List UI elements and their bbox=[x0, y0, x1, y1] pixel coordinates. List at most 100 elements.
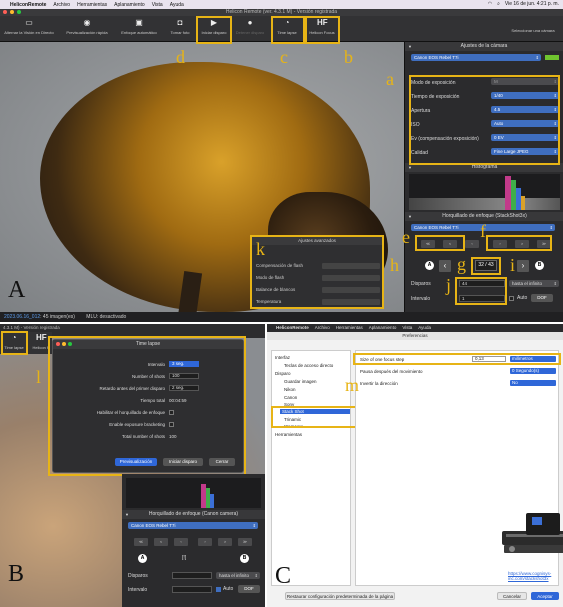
dialog-close-button[interactable] bbox=[56, 342, 60, 346]
panel-b-bracketing-header[interactable]: ▼ Horquillado de enfoque (Canon camera) bbox=[122, 510, 265, 519]
b-interval-input[interactable] bbox=[172, 586, 212, 593]
stop-shooting-button[interactable]: ● Detener disparo bbox=[234, 18, 266, 35]
step-back-mid-button[interactable]: < bbox=[443, 240, 457, 248]
tree-item-disparo[interactable]: Disparo bbox=[275, 371, 291, 376]
quick-preview-button[interactable]: ◉ Previsualización rápida bbox=[64, 18, 110, 35]
menu-ayuda[interactable]: Ayuda bbox=[170, 2, 184, 8]
dialog-minimize-button[interactable] bbox=[62, 342, 66, 346]
tree-item-canon[interactable]: Canon bbox=[284, 395, 297, 400]
marker-a-button[interactable]: A bbox=[425, 261, 434, 270]
iso-select[interactable]: Auto ⇕ bbox=[491, 120, 559, 127]
tree-item-herramientas[interactable]: Herramientas bbox=[275, 432, 302, 437]
histogram-header[interactable]: ▼ Histograma bbox=[405, 163, 563, 172]
stackshot-link[interactable]: https://www.cognisys-inc.com/stackshot3x bbox=[508, 571, 558, 581]
start-shooting-button[interactable]: ▶ Iniciar disparo bbox=[198, 18, 230, 35]
exposure-mode-select[interactable]: M ⇕ bbox=[491, 78, 559, 85]
zoom-window-button[interactable] bbox=[17, 10, 21, 14]
panel-b-time-lapse-button[interactable]: ◔ Time lapse bbox=[2, 333, 26, 350]
time-lapse-button[interactable]: ◔ Time lapse bbox=[272, 18, 302, 35]
start-shooting-dialog-button[interactable]: Iniciar disparo bbox=[163, 458, 203, 466]
aperture-select[interactable]: 4.5 ⇕ bbox=[491, 106, 559, 113]
tl-focus-bracketing-checkbox[interactable] bbox=[169, 410, 174, 415]
tl-interval-input[interactable]: 3 seg. bbox=[169, 361, 199, 367]
reset-defaults-button[interactable]: Restaurar configuración predeterminada d… bbox=[285, 592, 395, 600]
b-step-forward-button[interactable]: › bbox=[198, 538, 212, 546]
c-menu-vista[interactable]: Vista bbox=[402, 324, 412, 332]
cancel-button[interactable]: Cancelar bbox=[497, 592, 527, 600]
marker-b-button[interactable]: B bbox=[535, 261, 544, 270]
menu-aplanamiento[interactable]: Aplanamiento bbox=[114, 2, 145, 8]
search-icon[interactable]: ⌕ bbox=[497, 1, 500, 7]
flash-comp-select[interactable] bbox=[322, 263, 380, 269]
accept-button[interactable]: Aceptar bbox=[531, 592, 559, 600]
menu-herramientas[interactable]: Herramientas bbox=[77, 2, 107, 8]
menu-app-name[interactable]: HeliconRemote bbox=[10, 2, 46, 8]
wifi-icon[interactable]: ◠ bbox=[488, 1, 492, 7]
live-view-button[interactable]: ▭ Alternar la Visión en Directo bbox=[4, 18, 54, 35]
panel-b-helicon-button[interactable]: HF Helicon F bbox=[30, 333, 52, 350]
b-step-back-far-button[interactable]: ≪ bbox=[134, 538, 148, 546]
select-camera-button[interactable]: Seleccionar una cámara bbox=[505, 28, 561, 33]
tree-item-save-image[interactable]: Guardar imagen bbox=[284, 379, 317, 384]
menu-archivo[interactable]: Archivo bbox=[53, 2, 70, 8]
tree-item-trinamic[interactable]: Trinamic bbox=[284, 417, 301, 422]
dof-button[interactable]: DOF bbox=[531, 294, 553, 302]
temperature-select[interactable] bbox=[322, 299, 380, 305]
shots-mode-select[interactable]: hasta el infinito ⇕ bbox=[509, 280, 559, 287]
interval-input[interactable]: 1 bbox=[459, 295, 505, 302]
pause-select[interactable]: 0 Segundo(s) bbox=[510, 368, 556, 374]
shots-input[interactable]: 44 bbox=[459, 280, 505, 287]
helicon-focus-button[interactable]: HF Helicon Focus bbox=[306, 18, 338, 35]
step-forward-button[interactable]: › bbox=[493, 240, 507, 248]
b-auto-checkbox[interactable] bbox=[216, 587, 221, 592]
tree-item-stack-shot[interactable]: Stack Shot bbox=[280, 409, 350, 414]
tl-shots-input[interactable]: 100 bbox=[169, 373, 199, 379]
b-step-forward-mid-button[interactable]: > bbox=[218, 538, 232, 546]
camera-select[interactable]: Canon EOS Rebel T7i ⇕ bbox=[411, 54, 541, 61]
autofocus-button[interactable]: ▣ Enfoque automático bbox=[118, 18, 160, 35]
ev-select[interactable]: 0 EV ⇕ bbox=[491, 134, 559, 141]
tl-delay-input[interactable]: 2 seg. bbox=[169, 385, 199, 391]
tl-exposure-bracketing-checkbox[interactable] bbox=[169, 422, 174, 427]
flash-mode-select[interactable] bbox=[322, 275, 380, 281]
invert-direction-select[interactable]: No bbox=[510, 380, 556, 386]
c-menu-aplanamiento[interactable]: Aplanamiento bbox=[369, 324, 397, 332]
move-right-button[interactable]: › bbox=[517, 260, 529, 272]
quality-select[interactable]: Fine Large JPEG ⇕ bbox=[491, 148, 559, 155]
step-unit-select[interactable]: milímetros bbox=[510, 356, 556, 362]
close-window-button[interactable] bbox=[3, 10, 7, 14]
b-step-forward-far-button[interactable]: ≫ bbox=[238, 538, 252, 546]
menu-vista[interactable]: Vista bbox=[152, 2, 163, 8]
white-balance-select[interactable] bbox=[322, 287, 380, 293]
b-shots-input[interactable] bbox=[172, 572, 212, 579]
camera-settings-header[interactable]: ▼ Ajustes de la cámara bbox=[405, 42, 563, 51]
dialog-zoom-button[interactable] bbox=[68, 342, 72, 346]
step-forward-mid-button[interactable]: > bbox=[515, 240, 529, 248]
b-step-back-mid-button[interactable]: < bbox=[154, 538, 168, 546]
auto-checkbox[interactable] bbox=[509, 296, 514, 301]
c-menu-herramientas[interactable]: Herramientas bbox=[336, 324, 363, 332]
b-marker-a-button[interactable]: A bbox=[138, 554, 147, 563]
b-dof-button[interactable]: DOF bbox=[238, 585, 260, 593]
preview-button[interactable]: Previsualización bbox=[115, 458, 157, 466]
bracketing-header[interactable]: ▼ Horquillado de enfoque (StackShot3x) bbox=[405, 212, 563, 221]
b-shots-mode-select[interactable]: hasta el infinito ⇕ bbox=[216, 572, 260, 579]
tree-item-interfaz[interactable]: Interfaz bbox=[275, 355, 290, 360]
c-menu-app-name[interactable]: HeliconRemote bbox=[276, 324, 309, 332]
c-menu-ayuda[interactable]: Ayuda bbox=[418, 324, 431, 332]
step-back-far-button[interactable]: ≪ bbox=[421, 240, 435, 248]
tree-item-sony[interactable]: Sony bbox=[284, 402, 294, 407]
minimize-window-button[interactable] bbox=[10, 10, 14, 14]
b-marker-b-button[interactable]: B bbox=[240, 554, 249, 563]
status-folder-link[interactable]: 2023.06.16_012 bbox=[4, 314, 40, 320]
tree-item-wemacro[interactable]: Wemacro bbox=[284, 424, 303, 429]
step-size-input[interactable]: 0,13 bbox=[472, 356, 506, 362]
b-step-back-button[interactable]: ‹ bbox=[174, 538, 188, 546]
step-back-button[interactable]: ‹ bbox=[465, 240, 479, 248]
step-forward-far-button[interactable]: ≫ bbox=[537, 240, 551, 248]
menubar-clock[interactable]: Vie 16 de jun. 4:21 p. m. bbox=[505, 1, 559, 7]
c-menu-archivo[interactable]: Archivo bbox=[315, 324, 330, 332]
tree-item-nikon[interactable]: Nikon bbox=[284, 387, 296, 392]
panel-b-camera-select[interactable]: Canon EOS Rebel T7i ⇕ bbox=[128, 522, 258, 529]
tree-item-hotkeys[interactable]: Teclas de acceso directo bbox=[284, 363, 333, 368]
